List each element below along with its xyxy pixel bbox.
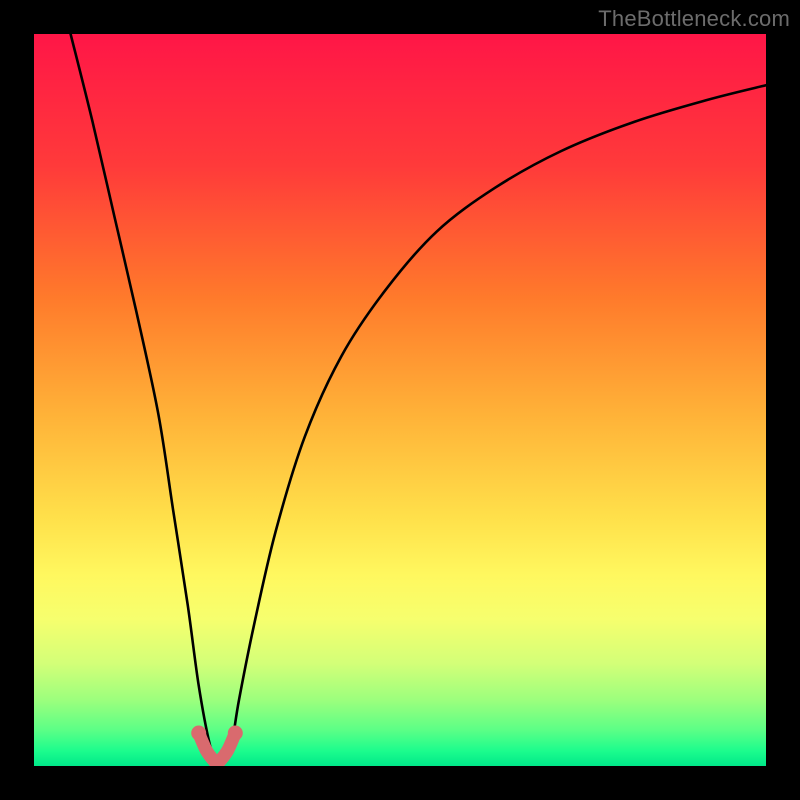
highlight-end-dot: [228, 726, 243, 741]
highlight-end-dot: [191, 726, 206, 741]
highlight-dots: [191, 726, 243, 741]
watermark-text: TheBottleneck.com: [598, 6, 790, 32]
plot-area: [34, 34, 766, 766]
chart-frame: TheBottleneck.com: [0, 0, 800, 800]
bottleneck-curve: [71, 34, 766, 765]
curve-layer: [34, 34, 766, 766]
